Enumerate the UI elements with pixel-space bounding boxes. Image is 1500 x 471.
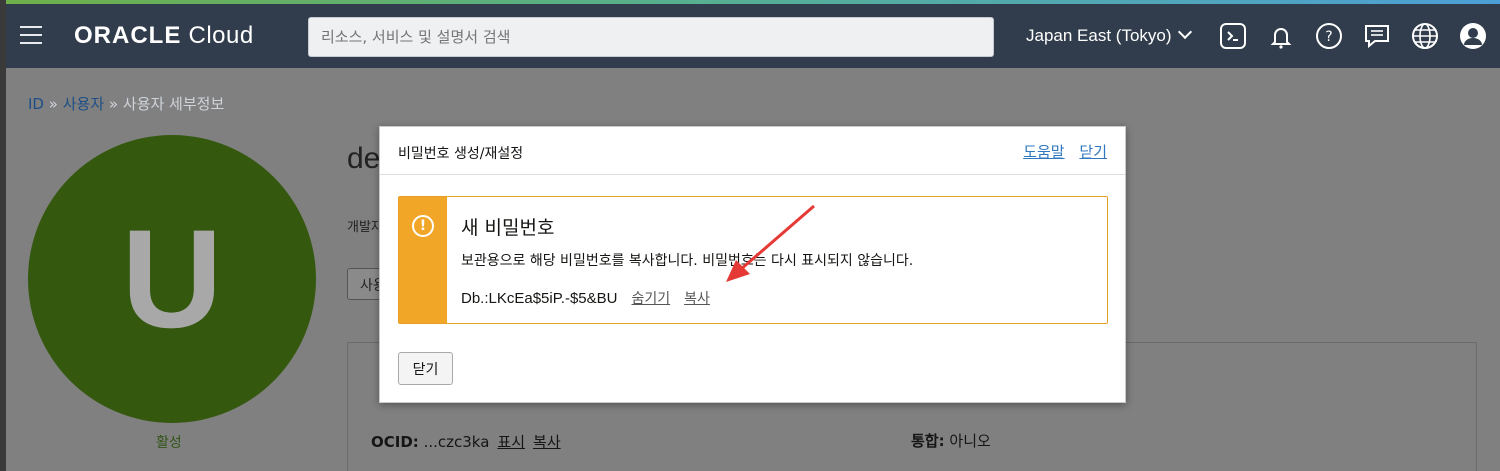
globe-icon[interactable] <box>1411 22 1439 50</box>
breadcrumb-separator: » <box>108 95 119 113</box>
ocid-value: ...czc3ka <box>423 433 490 451</box>
breadcrumb: ID » 사용자 » 사용자 세부정보 <box>28 93 224 114</box>
avatar-letter: U <box>121 200 223 357</box>
oracle-cloud-logo[interactable]: ORACLE Cloud <box>74 22 254 50</box>
breadcrumb-users[interactable]: 사용자 <box>63 95 104 113</box>
close-link[interactable]: 닫기 <box>1079 143 1107 161</box>
logo-brand: ORACLE <box>74 22 182 49</box>
close-button[interactable]: 닫기 <box>398 352 453 385</box>
search-input[interactable] <box>308 17 994 57</box>
federated-label: 통합: <box>911 432 945 450</box>
user-description: 개발자 <box>347 220 383 235</box>
menu-icon[interactable] <box>20 26 42 44</box>
alert-accent-bar: ! <box>399 197 447 323</box>
warning-icon: ! <box>412 215 434 237</box>
top-navigation-bar: ORACLE Cloud Japan East (Tokyo) ? <box>0 4 1500 68</box>
chevron-down-icon <box>1177 24 1192 40</box>
cloud-shell-icon[interactable] <box>1219 22 1247 50</box>
generated-password: Db.:LKcEa$5iP.-$5&BU <box>461 290 618 307</box>
breadcrumb-current: 사용자 세부정보 <box>122 95 225 113</box>
help-link[interactable]: 도움말 <box>1023 143 1064 161</box>
bell-icon[interactable] <box>1267 22 1295 50</box>
dialog-title: 비밀번호 생성/재설정 <box>398 146 524 162</box>
chat-icon[interactable] <box>1363 22 1391 50</box>
breadcrumb-separator: » <box>48 95 58 113</box>
help-icon[interactable]: ? <box>1315 22 1343 50</box>
user-icon[interactable] <box>1459 22 1487 50</box>
annotation-arrow <box>726 204 815 282</box>
hide-password-link[interactable]: 숨기기 <box>631 291 670 307</box>
region-selector[interactable]: Japan East (Tokyo) <box>1026 24 1192 46</box>
status-badge: 활성 <box>156 435 182 451</box>
ocid-show-link[interactable]: 표시 <box>497 433 525 451</box>
ocid-label: OCID: <box>371 433 419 451</box>
alert-message: 보관용으로 해당 비밀번호를 복사합니다. 비밀번호는 다시 표시되지 않습니다… <box>461 253 914 269</box>
federated-row: 통합: 아니오 <box>911 430 991 451</box>
copy-password-link[interactable]: 복사 <box>684 291 710 307</box>
avatar: U <box>28 135 316 423</box>
logo-product: Cloud <box>188 22 254 49</box>
ocid-copy-link[interactable]: 복사 <box>533 433 561 451</box>
breadcrumb-id[interactable]: ID <box>28 95 44 113</box>
password-row: Db.:LKcEa$5iP.-$5&BU 숨기기 복사 <box>461 288 710 308</box>
left-window-edge <box>0 0 6 471</box>
federated-value: 아니오 <box>949 432 991 450</box>
region-label: Japan East (Tokyo) <box>1026 26 1172 45</box>
dialog-header-links: 도움말 닫기 <box>1013 141 1107 162</box>
page-title: de <box>347 142 381 175</box>
svg-text:?: ? <box>1325 29 1332 45</box>
dialog-header: 비밀번호 생성/재설정 도움말 닫기 <box>380 127 1125 175</box>
ocid-row: OCID: ...czc3ka 표시 복사 <box>371 431 561 452</box>
alert-title: 새 비밀번호 <box>461 217 555 239</box>
